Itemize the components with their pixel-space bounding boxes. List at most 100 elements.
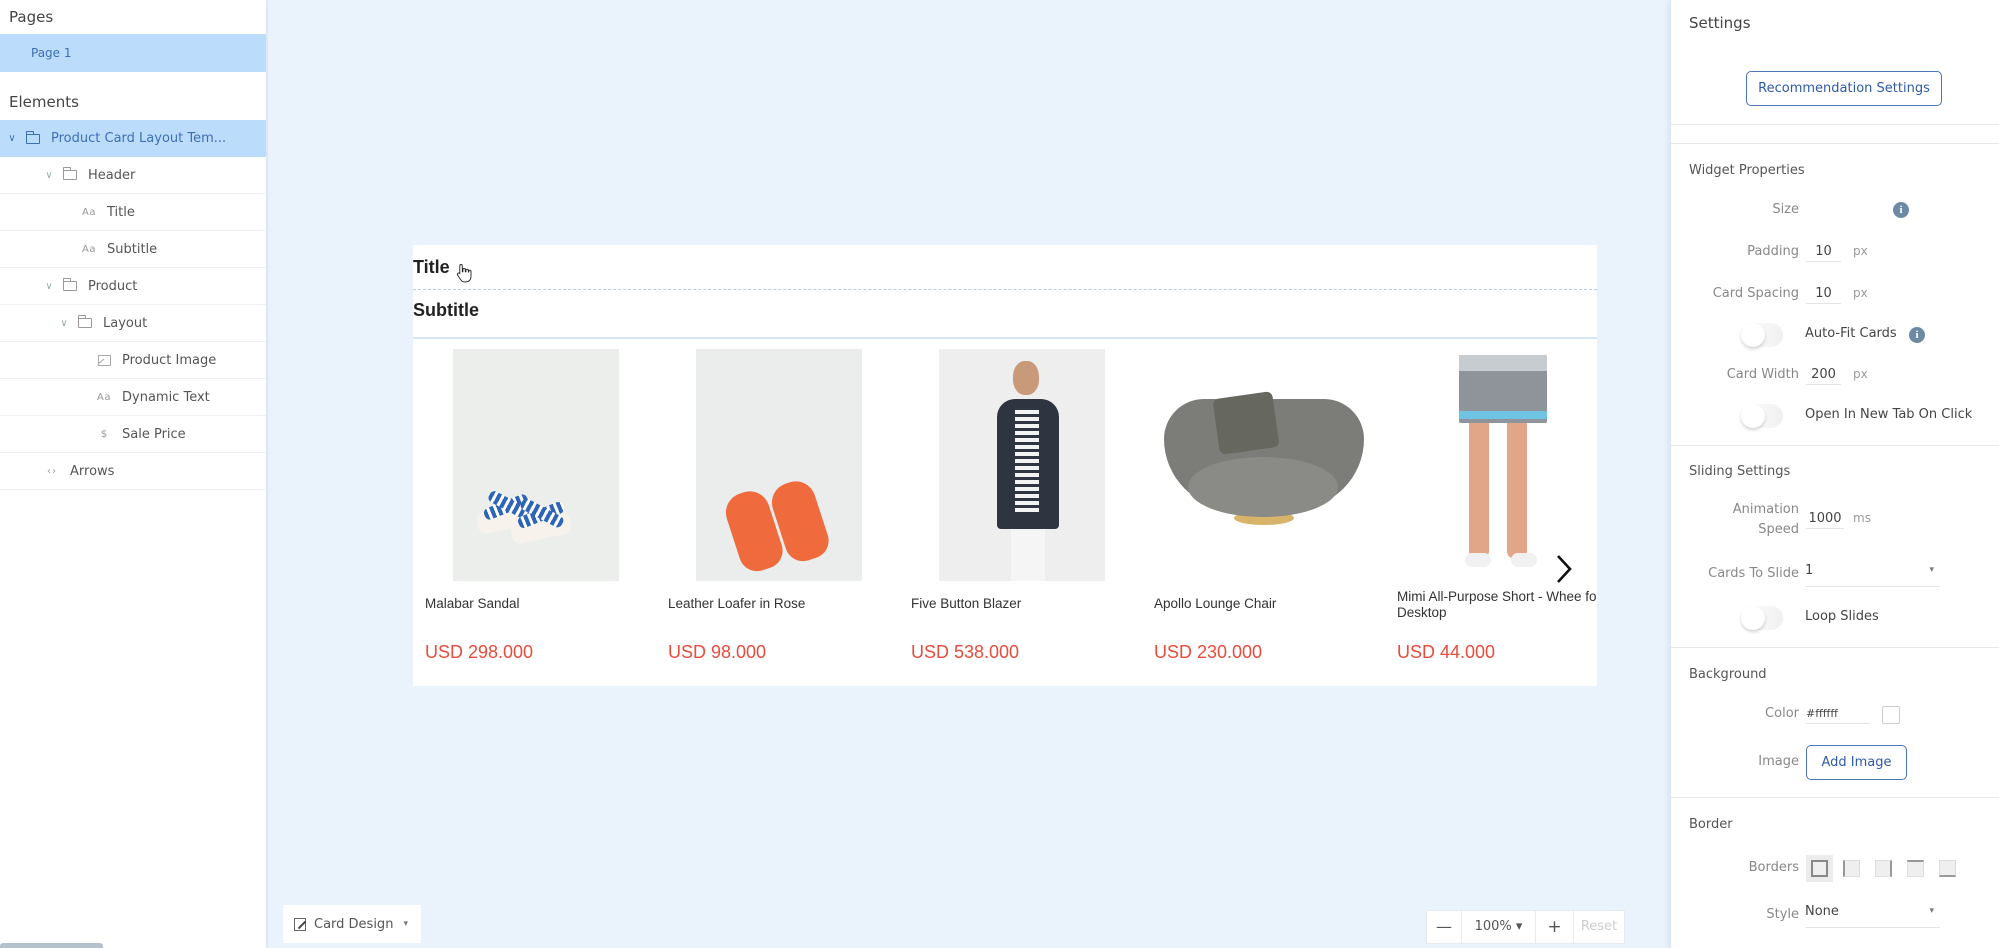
card-width-label: Card Width xyxy=(1726,367,1799,382)
card-spacing-input[interactable] xyxy=(1806,284,1841,304)
chevron-down-icon[interactable]: ∨ xyxy=(42,170,56,181)
product-card[interactable]: Five Button Blazer USD 538.000 xyxy=(899,349,1142,679)
recommendation-settings-button[interactable]: Recommendation Settings xyxy=(1746,71,1942,106)
tree-item-label: Arrows xyxy=(70,463,115,479)
top-border-button[interactable] xyxy=(1902,855,1929,882)
chevron-right-icon[interactable] xyxy=(1551,551,1577,587)
background-heading: Background xyxy=(1689,667,1767,682)
tree-item-subtitle[interactable]: Aa Subtitle xyxy=(0,231,266,268)
product-image xyxy=(668,349,889,581)
animation-speed-input[interactable] xyxy=(1806,509,1844,529)
info-icon[interactable]: i xyxy=(1909,327,1925,343)
all-borders-button[interactable] xyxy=(1806,855,1833,882)
left-panel: Pages Page 1 Elements ∨ Product Card Lay… xyxy=(0,0,267,948)
design-canvas: Title Subtitle Malabar Sandal USD 298.00… xyxy=(268,0,1669,948)
bg-color-label: Color xyxy=(1765,706,1799,721)
cards-to-slide-select[interactable]: 1 ▾ xyxy=(1805,563,1940,587)
card-spacing-label: Card Spacing xyxy=(1712,286,1799,301)
page-item-1[interactable]: Page 1 xyxy=(0,34,266,72)
dollar-icon: $ xyxy=(100,428,108,440)
card-design-label: Card Design xyxy=(314,916,394,932)
tree-item-layout[interactable]: ∨ Layout xyxy=(0,305,266,342)
border-style-value: None xyxy=(1805,904,1839,919)
reset-zoom-button[interactable]: Reset xyxy=(1574,911,1624,943)
zoom-out-button[interactable]: — xyxy=(1427,911,1462,943)
padding-unit: px xyxy=(1853,244,1868,258)
open-new-tab-toggle[interactable] xyxy=(1741,404,1783,428)
caret-down-icon: ▾ xyxy=(1929,906,1934,916)
card-width-unit: px xyxy=(1853,367,1868,381)
loop-slides-label: Loop Slides xyxy=(1805,609,1879,624)
padding-label: Padding xyxy=(1747,244,1799,259)
tree-item-product-image[interactable]: Product Image xyxy=(0,342,266,379)
animation-speed-unit: ms xyxy=(1853,511,1871,525)
product-name: Leather Loafer in Rose xyxy=(668,596,806,611)
color-swatch[interactable] xyxy=(1882,706,1900,724)
chevron-down-icon[interactable]: ∨ xyxy=(42,281,56,292)
zoom-in-button[interactable]: + xyxy=(1536,911,1574,943)
tree-item-label: Sale Price xyxy=(122,426,186,442)
tree-item-header[interactable]: ∨ Header xyxy=(0,157,266,194)
loop-slides-toggle[interactable] xyxy=(1741,606,1783,630)
product-card[interactable]: Mimi All-Purpose Short - Whee fortune De… xyxy=(1385,349,1597,679)
horizontal-scrollbar[interactable] xyxy=(0,943,103,948)
tree-item-label: Header xyxy=(88,167,136,183)
info-icon[interactable]: i xyxy=(1893,202,1909,218)
settings-heading: Settings xyxy=(1689,14,1751,32)
border-style-select[interactable]: None ▾ xyxy=(1805,904,1940,928)
animation-speed-label-line2: Speed xyxy=(1758,522,1799,537)
tree-item-dynamic-text[interactable]: Aa Dynamic Text xyxy=(0,379,266,416)
card-design-dropdown[interactable]: Card Design ▾ xyxy=(283,905,421,943)
chevron-down-icon[interactable]: ∨ xyxy=(57,318,71,329)
widget-title-area[interactable]: Title xyxy=(413,245,1597,290)
border-heading: Border xyxy=(1689,817,1733,832)
product-image xyxy=(1154,349,1375,581)
element-tree: ∨ Product Card Layout Tem... ∨ Header Aa… xyxy=(0,120,266,490)
tree-item-product-card-layout[interactable]: ∨ Product Card Layout Tem... xyxy=(0,120,266,157)
zoom-controls: — 100% ▾ + Reset xyxy=(1426,910,1625,944)
tree-item-arrows[interactable]: ‹› Arrows xyxy=(0,453,266,490)
text-icon: Aa xyxy=(82,243,96,255)
bg-color-input[interactable] xyxy=(1806,704,1870,724)
product-image xyxy=(911,349,1132,581)
borders-label: Borders xyxy=(1748,860,1799,875)
chevron-down-icon[interactable]: ∨ xyxy=(5,133,19,144)
cards-to-slide-label: Cards To Slide xyxy=(1708,566,1799,581)
padding-input[interactable] xyxy=(1806,242,1841,262)
tree-item-sale-price[interactable]: $ Sale Price xyxy=(0,416,266,453)
product-price: USD 230.000 xyxy=(1154,642,1263,662)
folder-icon xyxy=(77,315,93,328)
product-card-widget[interactable]: Title Subtitle Malabar Sandal USD 298.00… xyxy=(413,245,1597,686)
tree-item-label: Product xyxy=(88,278,138,294)
edit-design-icon xyxy=(294,917,306,931)
elements-heading: Elements xyxy=(9,93,79,111)
product-name: Malabar Sandal xyxy=(425,596,520,611)
add-image-button[interactable]: Add Image xyxy=(1806,745,1907,780)
bottom-border-button[interactable] xyxy=(1934,855,1961,882)
widget-subtitle-area[interactable]: Subtitle xyxy=(413,291,1597,339)
settings-panel: Settings Recommendation Settings Widget … xyxy=(1670,0,1999,948)
zoom-level-dropdown[interactable]: 100% ▾ xyxy=(1462,911,1536,943)
product-carousel: Malabar Sandal USD 298.000 Leather Loafe… xyxy=(413,349,1597,679)
tree-item-label: Layout xyxy=(103,315,148,331)
product-card[interactable]: Malabar Sandal USD 298.000 xyxy=(413,349,656,679)
tree-item-title[interactable]: Aa Title xyxy=(0,194,266,231)
animation-speed-label-line1: Animation xyxy=(1732,502,1799,517)
product-price: USD 298.000 xyxy=(425,642,534,662)
product-card[interactable]: Leather Loafer in Rose USD 98.000 xyxy=(656,349,899,679)
left-border-button[interactable] xyxy=(1838,855,1865,882)
product-card[interactable]: Apollo Lounge Chair USD 230.000 xyxy=(1142,349,1385,679)
auto-fit-toggle[interactable] xyxy=(1741,323,1783,347)
bg-image-label: Image xyxy=(1758,754,1799,769)
right-border-button[interactable] xyxy=(1870,855,1897,882)
text-icon: Aa xyxy=(82,206,96,218)
widget-title[interactable]: Title xyxy=(413,257,450,278)
divider xyxy=(1671,445,1999,446)
widget-subtitle[interactable]: Subtitle xyxy=(413,300,479,321)
product-name: Mimi All-Purpose Short - Whee fortune De… xyxy=(1397,589,1597,620)
sliding-settings-heading: Sliding Settings xyxy=(1689,464,1791,479)
tree-item-product[interactable]: ∨ Product xyxy=(0,268,266,305)
tree-item-label: Dynamic Text xyxy=(122,389,210,405)
card-width-input[interactable] xyxy=(1806,365,1841,385)
size-label: Size xyxy=(1772,202,1799,217)
